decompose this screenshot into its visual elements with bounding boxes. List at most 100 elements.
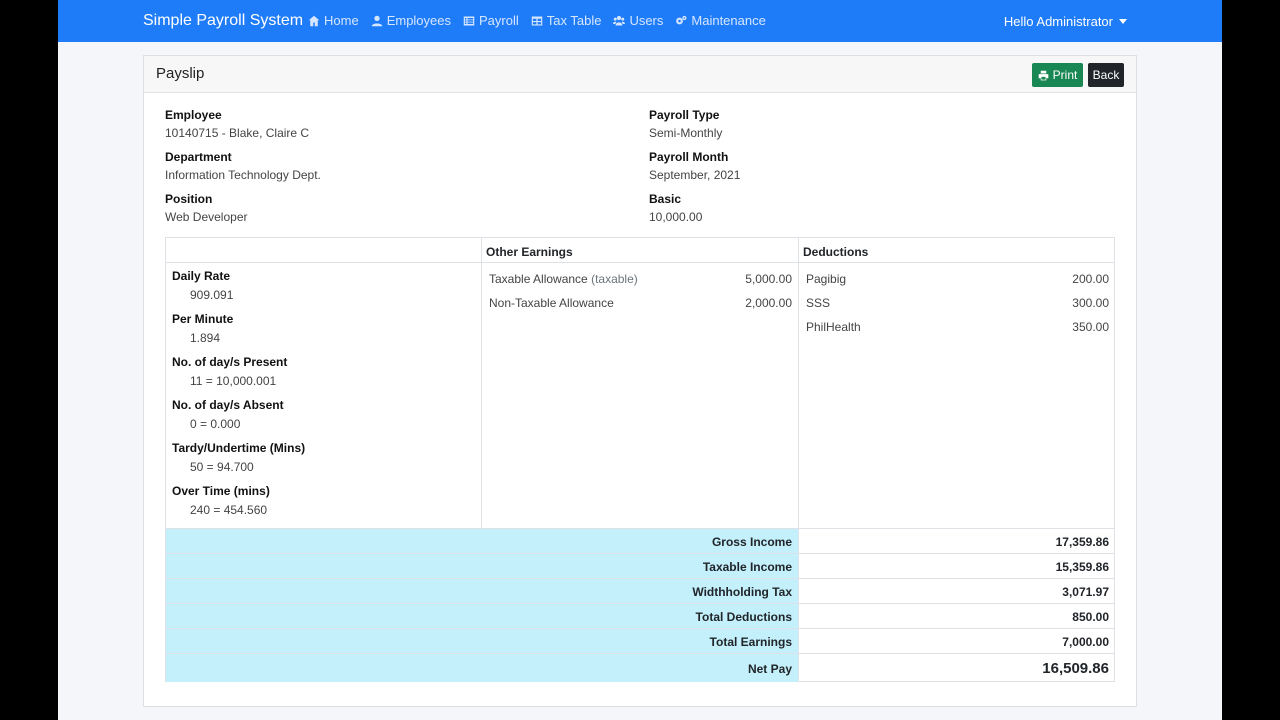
attribute-value: 240 = 454.560 bbox=[190, 503, 268, 517]
cogs-icon bbox=[676, 15, 687, 24]
payroll-month-info: Payroll Month September, 2021 bbox=[649, 150, 740, 182]
deduction-name: PhilHealth bbox=[806, 320, 861, 334]
total-value: 15,359.86 bbox=[1055, 560, 1109, 574]
list-item: Non-Taxable Allowance 2,000.00 bbox=[482, 291, 798, 315]
payroll-month-value: September, 2021 bbox=[649, 168, 741, 182]
brand-title[interactable]: Simple Payroll System bbox=[143, 12, 303, 30]
attribute-label: Daily Rate bbox=[172, 269, 231, 283]
attribute-label: Tardy/Undertime (Mins) bbox=[172, 441, 306, 455]
deductions-header: Deductions bbox=[799, 238, 1115, 263]
attributes-column: Daily Rate 909.091 Per Minute 1.894 No. … bbox=[166, 238, 482, 528]
home-icon bbox=[308, 15, 320, 26]
nav-users[interactable]: Users bbox=[613, 13, 663, 28]
position-info: Position Web Developer bbox=[165, 192, 248, 224]
user-greeting: Hello Administrator bbox=[1003, 14, 1113, 29]
attribute-item: Over Time (mins) 240 = 454.560 bbox=[166, 484, 481, 517]
attribute-item: No. of day/s Absent 0 = 0.000 bbox=[166, 398, 481, 431]
earning-amount: 2,000.00 bbox=[745, 296, 792, 310]
attribute-value: 1.894 bbox=[190, 331, 221, 345]
print-icon bbox=[1038, 70, 1048, 80]
nav-maintenance[interactable]: Maintenance bbox=[675, 13, 766, 28]
payroll-type-label: Payroll Type bbox=[649, 108, 720, 122]
deduction-amount: 350.00 bbox=[1072, 320, 1109, 334]
attribute-label: No. of day/s Present bbox=[172, 355, 288, 369]
user-menu-dropdown[interactable]: Hello Administrator bbox=[1004, 14, 1127, 29]
navbar: Simple Payroll System Home Employees Pay… bbox=[58, 0, 1222, 42]
payroll-month-label: Payroll Month bbox=[649, 150, 729, 164]
taxable-tag: (taxable) bbox=[591, 272, 638, 286]
list-item: PhilHealth 350.00 bbox=[799, 315, 1115, 339]
attribute-value: 11 = 10,000.001 bbox=[190, 374, 277, 388]
page-title: Payslip bbox=[156, 65, 205, 82]
net-pay-label: Net Pay bbox=[166, 654, 799, 682]
nav-users-label: Users bbox=[629, 13, 664, 28]
total-label: Total Deductions bbox=[166, 604, 799, 628]
position-label: Position bbox=[165, 192, 213, 206]
user-icon bbox=[371, 15, 382, 26]
list-item: SSS 300.00 bbox=[799, 291, 1115, 315]
nav-payroll[interactable]: Payroll bbox=[463, 13, 519, 28]
list-icon bbox=[463, 16, 475, 25]
earning-name: Non-Taxable Allowance bbox=[489, 296, 614, 310]
total-value: 3,071.97 bbox=[1062, 585, 1109, 599]
net-pay-row: Net Pay 16,509.86 bbox=[166, 653, 1115, 682]
total-label: Gross Income bbox=[166, 529, 799, 553]
table-row: Gross Income 17,359.86 bbox=[166, 528, 1115, 553]
total-value: 850.00 bbox=[1072, 610, 1109, 624]
attribute-item: Per Minute 1.894 bbox=[166, 312, 481, 345]
nav-payroll-label: Payroll bbox=[479, 13, 519, 28]
position-value: Web Developer bbox=[165, 210, 248, 224]
nav-home[interactable]: Home bbox=[308, 13, 359, 28]
deduction-name: SSS bbox=[806, 296, 831, 310]
basic-label: Basic bbox=[649, 192, 682, 206]
nav-employees-label: Employees bbox=[386, 13, 451, 28]
other-earnings-header: Other Earnings bbox=[482, 238, 798, 263]
table-row: Total Earnings 7,000.00 bbox=[166, 628, 1115, 653]
nav-employees[interactable]: Employees bbox=[371, 13, 451, 28]
card-header: Payslip Print Back bbox=[144, 56, 1136, 93]
attribute-label: Over Time (mins) bbox=[172, 484, 270, 498]
list-item: Pagibig 200.00 bbox=[799, 267, 1115, 291]
attribute-value: 909.091 bbox=[190, 288, 234, 302]
earning-amount: 5,000.00 bbox=[745, 272, 792, 286]
total-label: Total Earnings bbox=[166, 629, 799, 653]
nav-tax-table[interactable]: Tax Table bbox=[531, 13, 602, 28]
deduction-amount: 200.00 bbox=[1072, 272, 1109, 286]
total-value: 7,000.00 bbox=[1062, 635, 1109, 649]
attribute-label: Per Minute bbox=[172, 312, 234, 326]
nav-links: Home Employees Payroll Tax Table Users M… bbox=[308, 13, 766, 28]
back-button[interactable]: Back bbox=[1088, 63, 1124, 87]
total-label: Widthholding Tax bbox=[166, 579, 799, 603]
table-row: Widthholding Tax 3,071.97 bbox=[166, 578, 1115, 603]
nav-home-label: Home bbox=[324, 13, 359, 28]
users-icon bbox=[613, 15, 626, 25]
attribute-value: 50 = 94.700 bbox=[190, 460, 254, 474]
table-row: Total Deductions 850.00 bbox=[166, 603, 1115, 628]
print-button[interactable]: Print bbox=[1032, 63, 1083, 87]
other-earnings-column: Other Earnings Taxable Allowance (taxabl… bbox=[482, 238, 799, 528]
attribute-item: No. of day/s Present 11 = 10,000.001 bbox=[166, 355, 481, 388]
deduction-amount: 300.00 bbox=[1072, 296, 1109, 310]
nav-maintenance-label: Maintenance bbox=[691, 13, 766, 28]
back-button-label: Back bbox=[1092, 68, 1120, 82]
payroll-type-info: Payroll Type Semi-Monthly bbox=[649, 108, 722, 140]
table-icon bbox=[531, 16, 542, 25]
department-info: Department Information Technology Dept. bbox=[165, 150, 321, 182]
table-row: Taxable Income 15,359.86 bbox=[166, 553, 1115, 578]
print-button-label: Print bbox=[1052, 68, 1078, 82]
employee-value: 10140715 - Blake, Claire C bbox=[165, 126, 310, 140]
attribute-label: No. of day/s Absent bbox=[172, 398, 284, 412]
net-pay-value: 16,509.86 bbox=[1042, 660, 1109, 677]
department-label: Department bbox=[165, 150, 232, 164]
app-window: Simple Payroll System Home Employees Pay… bbox=[58, 0, 1222, 720]
earning-name-text: Non-Taxable Allowance bbox=[489, 296, 614, 310]
caret-down-icon bbox=[1119, 19, 1127, 24]
total-value: 17,359.86 bbox=[1055, 535, 1109, 549]
payroll-type-value: Semi-Monthly bbox=[649, 126, 723, 140]
attributes-header bbox=[166, 238, 481, 263]
deduction-name: Pagibig bbox=[806, 272, 847, 286]
nav-tax-table-label: Tax Table bbox=[546, 13, 602, 28]
attribute-item: Tardy/Undertime (Mins) 50 = 94.700 bbox=[166, 441, 481, 474]
basic-info: Basic 10,000.00 bbox=[649, 192, 702, 224]
list-item: Taxable Allowance (taxable) 5,000.00 bbox=[482, 267, 798, 291]
